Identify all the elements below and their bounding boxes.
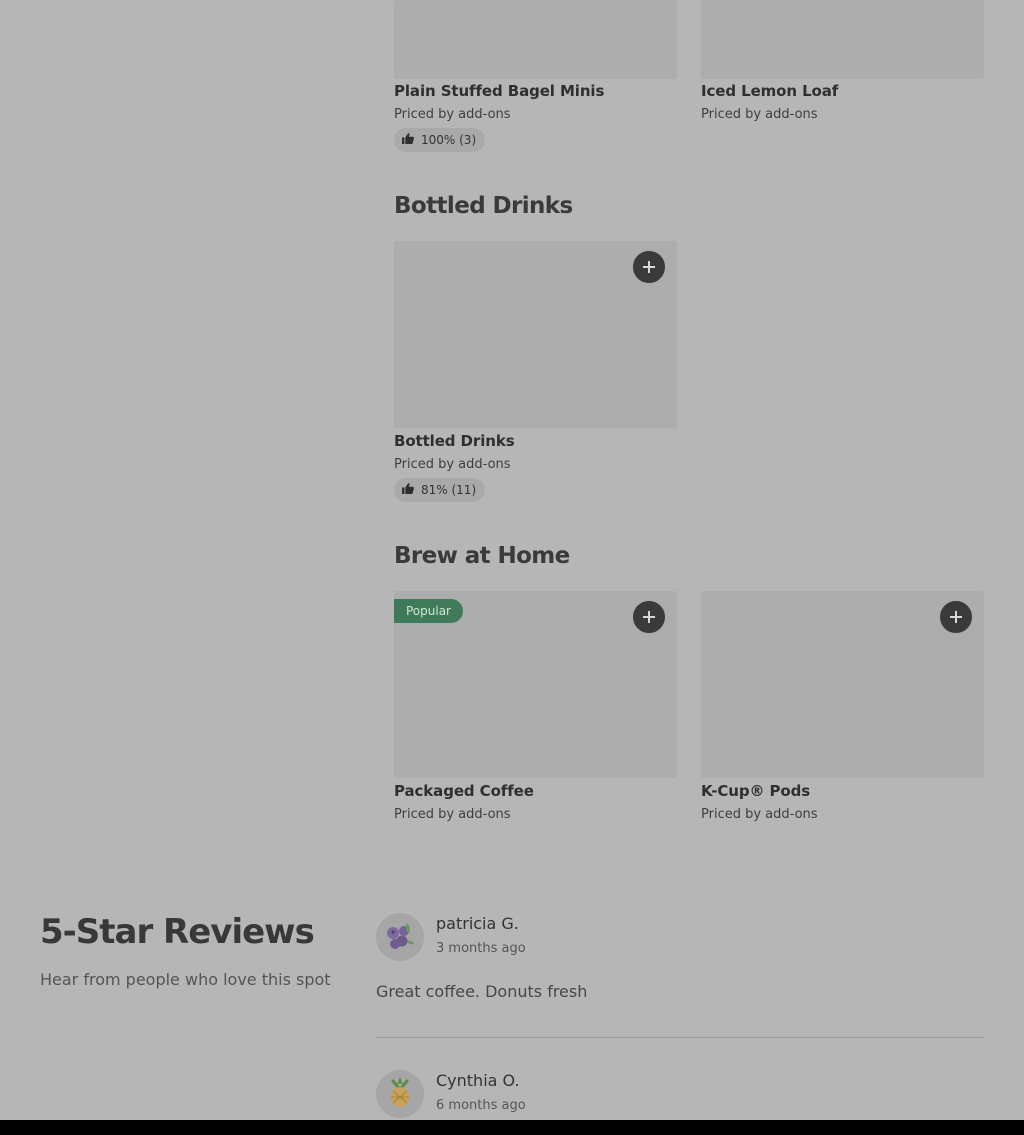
- add-item-button[interactable]: [938, 599, 974, 635]
- item-name[interactable]: Iced Lemon Loaf: [701, 82, 838, 100]
- reviewer-name: patricia G.: [436, 914, 519, 933]
- item-price: Priced by add-ons: [394, 457, 511, 472]
- section-title: Bottled Drinks: [394, 193, 573, 219]
- blueberry-icon: [385, 919, 415, 955]
- add-item-button[interactable]: [631, 249, 667, 285]
- item-name[interactable]: K-Cup® Pods: [701, 782, 810, 800]
- screen-bottom-edge: [0, 1120, 1024, 1135]
- item-price: Priced by add-ons: [701, 807, 818, 822]
- review-date: 3 months ago: [436, 941, 526, 956]
- avatar: [376, 1070, 424, 1118]
- item-price: Priced by add-ons: [394, 807, 511, 822]
- item-name[interactable]: Bottled Drinks: [394, 432, 515, 450]
- item-price: Priced by add-ons: [701, 107, 818, 122]
- item-name[interactable]: Plain Stuffed Bagel Minis: [394, 82, 604, 100]
- add-item-button[interactable]: [631, 599, 667, 635]
- reviews-subtitle: Hear from people who love this spot: [40, 970, 331, 989]
- pineapple-icon: [387, 1075, 413, 1113]
- rating-text: 100% (3): [421, 133, 477, 147]
- reviews-title: 5-Star Reviews: [40, 912, 315, 952]
- popular-badge: Popular: [394, 599, 463, 623]
- reviewer-name: Cynthia O.: [436, 1071, 520, 1090]
- review-date: 6 months ago: [436, 1098, 526, 1113]
- plus-icon: [643, 608, 655, 627]
- rating-text: 81% (11): [421, 483, 477, 497]
- thumbs-up-icon: [402, 133, 421, 147]
- item-image[interactable]: [701, 0, 984, 79]
- item-name[interactable]: Packaged Coffee: [394, 782, 534, 800]
- thumbs-up-icon: [402, 483, 421, 497]
- rating-badge: 100% (3): [394, 128, 486, 152]
- rating-badge: 81% (11): [394, 478, 486, 502]
- plus-icon: [643, 258, 655, 277]
- item-price: Priced by add-ons: [394, 107, 511, 122]
- avatar: [376, 913, 424, 961]
- plus-icon: [950, 608, 962, 627]
- item-image[interactable]: [394, 0, 677, 79]
- review-text: Great coffee. Donuts fresh: [376, 982, 588, 1001]
- section-title: Brew at Home: [394, 543, 570, 569]
- review-divider: [376, 1037, 984, 1038]
